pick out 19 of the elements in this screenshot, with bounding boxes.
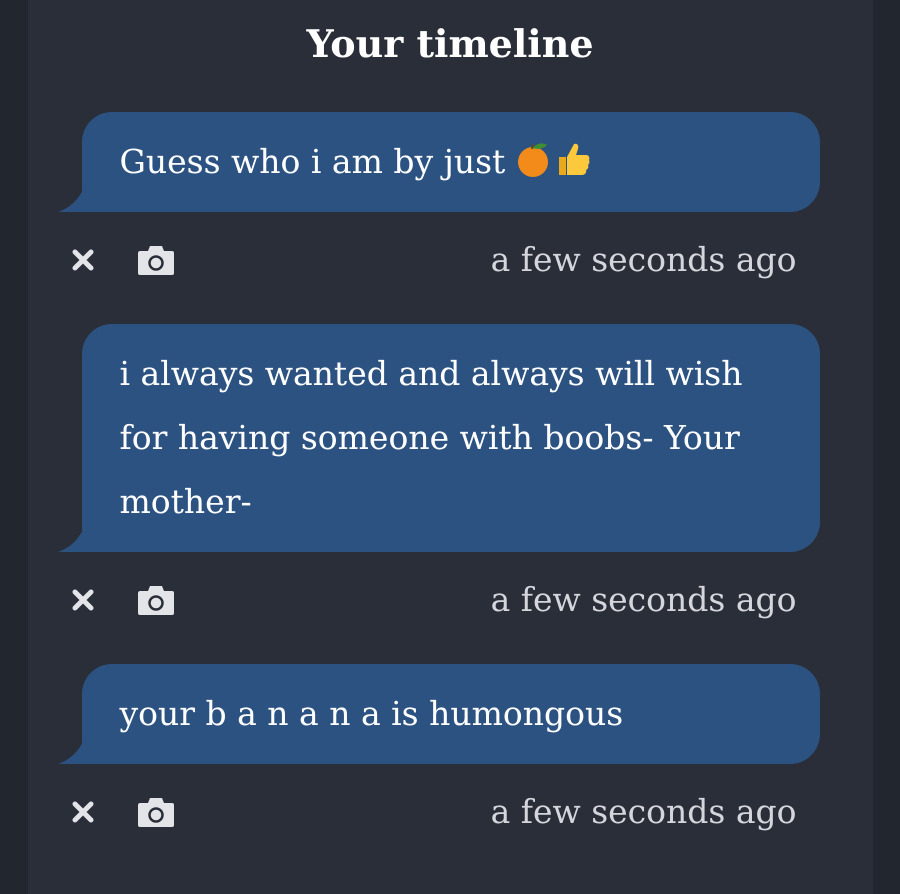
screenshot-button[interactable]	[136, 584, 174, 616]
camera-icon	[136, 584, 174, 616]
message-text: your b a n a n a is humongous	[120, 694, 624, 733]
delete-button[interactable]	[70, 587, 96, 613]
message-text: Guess who i am by just	[120, 142, 506, 181]
delete-button[interactable]	[70, 247, 96, 273]
timestamp: a few seconds ago	[490, 239, 796, 281]
close-icon	[70, 800, 94, 824]
screenshot-button[interactable]	[136, 796, 174, 828]
page-title: Your timeline	[306, 20, 594, 68]
camera-icon	[136, 796, 174, 828]
screenshot-button[interactable]	[136, 244, 174, 276]
message-text: i always wanted and always will wish for having someone with boobs- Your mother-	[120, 354, 742, 521]
timestamp: a few seconds ago	[490, 791, 796, 833]
close-icon	[70, 248, 94, 272]
close-icon	[70, 588, 94, 612]
delete-button[interactable]	[70, 799, 96, 825]
camera-icon	[136, 244, 174, 276]
timestamp: a few seconds ago	[490, 579, 796, 621]
